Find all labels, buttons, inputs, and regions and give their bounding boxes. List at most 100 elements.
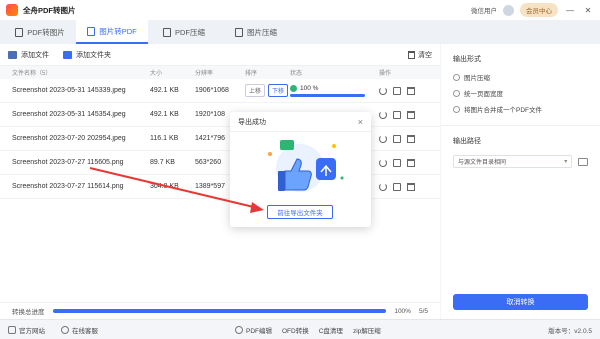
trash-icon — [408, 50, 415, 59]
chat-icon — [61, 325, 69, 334]
refresh-icon[interactable] — [379, 110, 387, 119]
col-resolution: 分辨率 — [195, 71, 214, 77]
app-logo-icon — [6, 4, 18, 16]
version-label: 版本号：v2.0.5 — [548, 327, 592, 335]
folder-icon[interactable] — [393, 110, 401, 119]
vip-center-button[interactable]: 会员中心 — [520, 3, 558, 17]
option-merge-pdf[interactable]: 将图片合并成一个PDF文件 — [441, 101, 600, 117]
option-label: 将图片合并成一个PDF文件 — [464, 107, 542, 114]
add-file-button[interactable]: 添加文件 — [8, 50, 49, 60]
tab-label: PDF压缩 — [175, 27, 205, 37]
path-value: 与源文件目录相同 — [458, 160, 507, 166]
option-label: 图片压缩 — [464, 75, 490, 82]
option-uniform-width[interactable]: 统一页面宽度 — [441, 85, 600, 101]
dialog-title: 导出成功 — [238, 118, 266, 126]
online-support-label: 在线客服 — [72, 327, 98, 335]
online-support-link[interactable]: 在线客服 — [61, 325, 98, 335]
refresh-icon[interactable] — [379, 86, 387, 95]
table-header: 文件名称（5） 大小 分辨率 排序 状态 操作 — [0, 66, 440, 79]
add-file-icon — [8, 50, 17, 59]
table-row[interactable]: Screenshot 2023-05-31 145354.jpeg 492.1 … — [0, 103, 440, 127]
app-title: 全舟PDF转图片 — [23, 5, 76, 15]
official-site-label: 官方网站 — [19, 327, 45, 335]
option-image-compress[interactable]: 图片压缩 — [441, 69, 600, 85]
refresh-icon[interactable] — [379, 182, 387, 191]
file-size: 492.1 KB — [150, 111, 179, 118]
zip-extract-label: zip解压缩 — [352, 327, 381, 335]
add-folder-label: 添加文件夹 — [76, 51, 111, 59]
output-path-select[interactable]: 与源文件目录相同 ▾ — [453, 155, 573, 168]
table-row[interactable]: Screenshot 2023-07-20 202954.jpeg 116.1 … — [0, 127, 440, 151]
check-icon — [290, 84, 297, 92]
avatar[interactable] — [503, 4, 514, 16]
folder-icon[interactable] — [393, 86, 401, 95]
add-file-label: 添加文件 — [21, 51, 49, 59]
title-bar: 全舟PDF转图片 微信用户 会员中心 — ✕ — [0, 0, 600, 20]
ofd-convert-label: OFD转换 — [282, 327, 309, 335]
progress-count: 5/5 — [418, 307, 428, 315]
radio-icon — [453, 73, 460, 81]
add-folder-button[interactable]: 添加文件夹 — [63, 50, 111, 60]
file-panel: 添加文件 添加文件夹 清空 文件名称（5） 大小 分辨率 排序 状态 操作 Sc… — [0, 44, 440, 319]
radio-icon — [453, 105, 460, 113]
thumbs-up-illustration — [268, 140, 344, 192]
file-resolution: 1906*1068 — [195, 87, 229, 94]
folder-icon[interactable] — [393, 182, 401, 191]
tab-label: 图片转PDF — [99, 26, 137, 36]
col-name: 文件名称（5） — [12, 71, 52, 77]
tab-label: PDF转图片 — [27, 27, 65, 37]
toolbar: 添加文件 添加文件夹 清空 — [0, 44, 440, 66]
file-name: Screenshot 2023-07-20 202954.jpeg — [12, 135, 126, 142]
tab-bar: PDF转图片 图片转PDF PDF压缩 图片压缩 — [0, 20, 600, 44]
tab-image-compress[interactable]: 图片压缩 — [220, 20, 292, 44]
table-row[interactable]: Screenshot 2023-05-31 145339.jpeg 492.1 … — [0, 79, 440, 103]
table-row[interactable]: Screenshot 2023-07-27 115614.png 304.8 K… — [0, 175, 440, 199]
zip-extract-link[interactable]: zip解压缩 — [353, 325, 381, 335]
move-down-button[interactable]: 下移 — [268, 84, 289, 97]
compress-icon — [235, 27, 243, 37]
file-name: Screenshot 2023-05-31 145339.jpeg — [12, 87, 126, 94]
trash-icon[interactable] — [407, 158, 415, 167]
move-up-button[interactable]: 上移 — [245, 84, 266, 97]
settings-panel: 输出形式 图片压缩 统一页面宽度 将图片合并成一个PDF文件 输出路径 与源文件… — [441, 44, 600, 319]
folder-icon[interactable] — [578, 157, 588, 166]
refresh-icon[interactable] — [379, 134, 387, 143]
table-row[interactable]: Screenshot 2023-07-27 115605.png 89.7 KB… — [0, 151, 440, 175]
row-progress-bar — [290, 93, 365, 97]
open-export-folder-button[interactable]: 前往导出文件夹 — [267, 205, 333, 219]
cancel-convert-button[interactable]: 取消转换 — [453, 294, 588, 310]
clear-button[interactable]: 清空 — [408, 50, 432, 60]
pdf-edit-link[interactable]: PDF编辑 — [235, 325, 272, 335]
user-name[interactable]: 微信用户 — [471, 5, 497, 15]
trash-icon[interactable] — [407, 182, 415, 191]
folder-icon[interactable] — [393, 158, 401, 167]
minimize-button[interactable]: — — [564, 6, 576, 15]
c-drive-clean-link[interactable]: C盘清理 — [319, 325, 343, 335]
folder-icon[interactable] — [393, 134, 401, 143]
trash-icon[interactable] — [407, 86, 415, 95]
tab-label: 图片压缩 — [247, 27, 277, 37]
official-site-link[interactable]: 官方网站 — [8, 325, 45, 335]
tab-pdf-compress[interactable]: PDF压缩 — [148, 20, 220, 44]
clear-label: 清空 — [418, 51, 432, 59]
overall-progress: 转换总进度 100% 5/5 — [0, 302, 440, 319]
progress-value: 100% — [394, 307, 411, 315]
home-icon — [8, 325, 16, 334]
trash-icon[interactable] — [407, 110, 415, 119]
progress-label: 转换总进度 — [12, 309, 45, 316]
close-button[interactable]: ✕ — [582, 6, 594, 15]
ofd-convert-link[interactable]: OFD转换 — [282, 325, 309, 335]
output-format-title: 输出形式 — [453, 56, 481, 63]
status-bar: 官方网站 在线客服 PDF编辑 OFD转换 C盘清理 zip解压缩 版本号：v2… — [0, 319, 600, 339]
trash-icon[interactable] — [407, 134, 415, 143]
refresh-icon[interactable] — [379, 158, 387, 167]
col-order: 排序 — [245, 71, 258, 77]
dialog-close-button[interactable]: × — [358, 117, 363, 127]
tab-image-to-pdf[interactable]: 图片转PDF — [76, 20, 148, 44]
file-size: 116.1 KB — [150, 135, 179, 142]
tab-pdf-to-image[interactable]: PDF转图片 — [4, 20, 76, 44]
pdf-icon — [15, 27, 24, 37]
option-label: 统一页面宽度 — [464, 91, 503, 98]
folder-icon — [63, 50, 72, 59]
col-actions: 操作 — [379, 71, 392, 77]
